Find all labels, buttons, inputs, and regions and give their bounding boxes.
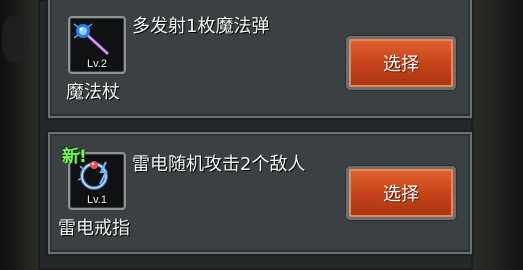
- item-level: Lv.2: [87, 58, 107, 70]
- item-description: 多发射1枚魔法弹: [132, 16, 270, 37]
- upgrade-card-magic-wand: Lv.2 魔法杖 多发射1枚魔法弹 选择 ◆: [44, 0, 472, 118]
- new-badge: 新!: [62, 147, 87, 167]
- frame-corner-ornament: ◆: [43, 0, 53, 1]
- select-button[interactable]: 选择: [346, 166, 456, 220]
- background-left: [0, 0, 38, 270]
- upgrade-card-thunder-ring: Lv.1 新! 雷电戒指 雷电随机攻击2个敌人 选择: [48, 132, 472, 254]
- rock-decoration: [2, 16, 30, 62]
- magic-wand-icon: [73, 23, 110, 56]
- select-button[interactable]: 选择: [346, 36, 456, 90]
- item-name: 魔法杖: [66, 82, 120, 103]
- item-level: Lv.1: [87, 194, 107, 206]
- item-icon-frame: Lv.2: [68, 16, 126, 74]
- item-description: 雷电随机攻击2个敌人: [132, 154, 306, 175]
- item-name: 雷电戒指: [58, 218, 130, 239]
- background-right: [473, 0, 523, 270]
